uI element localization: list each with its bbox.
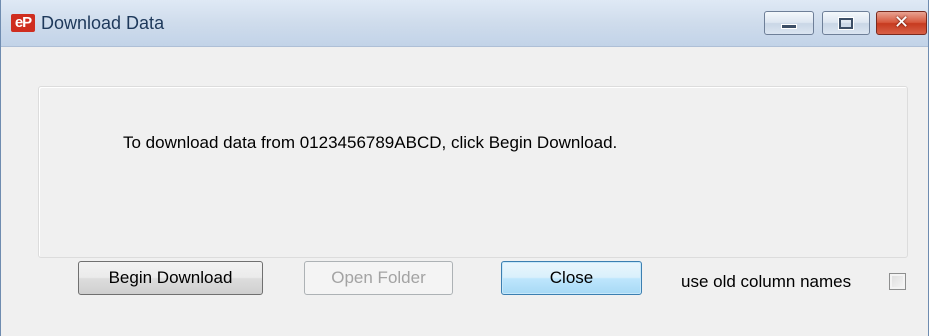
window-close-button[interactable]: ✕ [876, 11, 927, 35]
window-title: Download Data [41, 13, 165, 33]
download-instruction-text: To download data from 0123456789ABCD, cl… [123, 133, 618, 152]
maximize-button[interactable] [822, 11, 870, 35]
use-old-column-names-checkbox[interactable] [889, 273, 906, 290]
close-button[interactable]: Close [501, 261, 642, 295]
use-old-column-names-label: use old column names [681, 272, 852, 291]
download-data-window: eP Download Data ✕ To download data from… [0, 0, 929, 336]
minimize-button[interactable] [764, 11, 814, 35]
begin-download-button[interactable]: Begin Download [78, 261, 263, 295]
open-folder-button[interactable]: Open Folder [304, 261, 453, 295]
app-logo-icon: eP [11, 14, 35, 32]
title-bar[interactable]: eP Download Data ✕ [1, 0, 928, 47]
maximize-icon [838, 17, 854, 30]
close-icon: ✕ [893, 12, 910, 33]
message-panel: To download data from 0123456789ABCD, cl… [38, 86, 908, 258]
minimize-icon [781, 24, 797, 29]
